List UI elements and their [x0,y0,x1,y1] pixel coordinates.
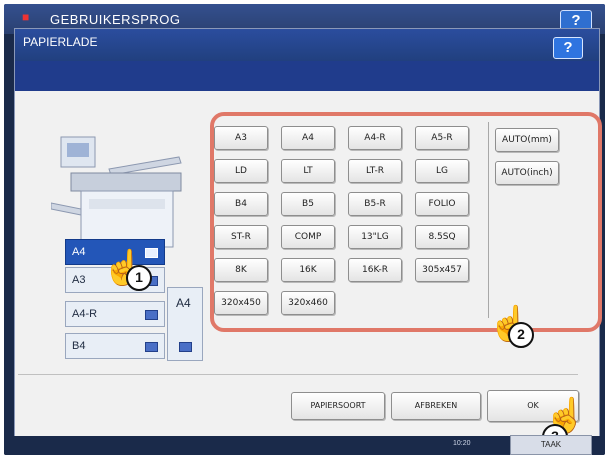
paper-size-button[interactable]: LT-R [348,159,402,183]
dialog-help-button[interactable]: ? [553,37,583,59]
paper-size-button[interactable]: B5-R [348,192,402,216]
tray-paper-icon [145,342,158,352]
tray-4-label: B4 [72,340,86,352]
paper-size-button[interactable]: 305x457 [415,258,469,282]
taak-button[interactable]: TAAK [510,435,592,455]
paper-size-button[interactable]: A3 [214,126,268,150]
tray-3[interactable]: A4-R [65,301,165,327]
auto-mm-button[interactable]: AUTO(mm) [495,128,559,152]
outer-title: GEBRUIKERSPROG [50,12,181,27]
dialog-title: PAPIERLADE [23,35,98,49]
tray-2-label: A3 [72,274,86,286]
touch-screen: ■ GEBRUIKERSPROG ? PAPIERLADE ? A4 A3 A4… [4,4,605,455]
tray-1-label: A4 [72,246,86,258]
dialog-message-band [15,61,599,91]
paper-size-button[interactable]: A4 [281,126,335,150]
paper-size-button[interactable]: FOLIO [415,192,469,216]
tray-4[interactable]: B4 [65,333,165,359]
paper-size-button[interactable]: B5 [281,192,335,216]
footer-divider [18,374,578,375]
paper-size-button[interactable]: 320x460 [281,291,335,315]
paper-size-button[interactable]: 8.5SQ [415,225,469,249]
dialog-header: PAPIERLADE ? [15,29,599,61]
paper-size-button[interactable]: A5-R [415,126,469,150]
logo-icon: ■ [22,10,30,24]
tray-paper-icon [145,248,158,258]
paper-size-button[interactable]: LT [281,159,335,183]
panel-divider [488,122,489,318]
paper-size-button[interactable]: LG [415,159,469,183]
callout-1: 1 [126,265,152,291]
paper-size-button[interactable]: B4 [214,192,268,216]
paper-size-button[interactable]: 16K-R [348,258,402,282]
printer-illustration-icon [51,136,182,248]
callout-2: 2 [508,322,534,348]
bypass-tray[interactable]: A4 [167,287,203,361]
paper-size-button[interactable]: 8K [214,258,268,282]
auto-inch-button[interactable]: AUTO(inch) [495,161,559,185]
afbreken-button[interactable]: AFBREKEN [391,392,481,420]
status-time: 10:20 [453,440,471,447]
paper-size-button[interactable]: COMP [281,225,335,249]
paper-size-button[interactable]: ST-R [214,225,268,249]
paper-size-button[interactable]: LD [214,159,268,183]
tray-paper-icon [179,342,192,352]
paper-size-button[interactable]: 320x450 [214,291,268,315]
paper-size-button[interactable]: 13"LG [348,225,402,249]
tray-3-label: A4-R [72,308,98,320]
bypass-tray-label: A4 [176,296,191,310]
papiersoort-button[interactable]: PAPIERSOORT [291,392,385,420]
tray-paper-icon [145,310,158,320]
paper-size-button[interactable]: A4-R [348,126,402,150]
paper-size-button[interactable]: 16K [281,258,335,282]
